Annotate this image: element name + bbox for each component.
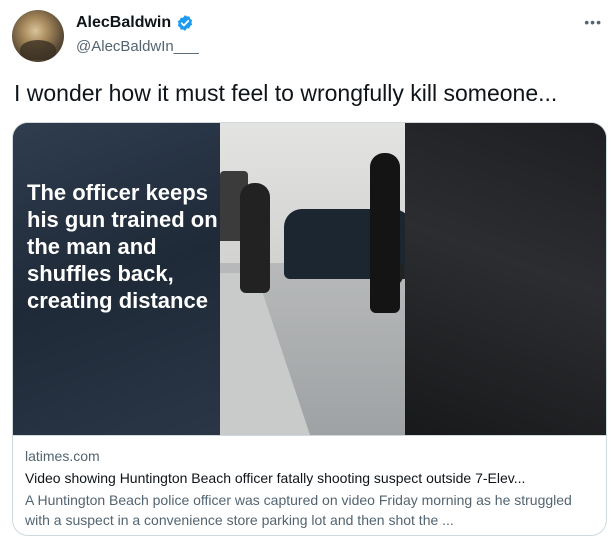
tweet-text: I wonder how it must feel to wrongfully … [14,80,558,106]
video-scene [220,123,405,435]
card-meta[interactable]: latimes.com Video showing Huntington Bea… [13,435,606,535]
verified-badge-icon [176,14,194,32]
card-video-thumbnail[interactable]: The officer keeps his gun trained on the… [13,123,606,435]
link-card[interactable]: The officer keeps his gun trained on the… [12,122,607,536]
user-handle[interactable]: @AlecBaldwIn___ [76,38,199,55]
display-name[interactable]: AlecBaldwin [76,14,171,32]
person-suspect [240,183,270,293]
video-caption-overlay: The officer keeps his gun trained on the… [27,180,218,313]
card-description: A Huntington Beach police officer was ca… [25,492,572,528]
more-horizontal-icon[interactable]: ••• [584,14,602,30]
person-officer [370,153,400,313]
card-title[interactable]: Video showing Huntington Beach officer f… [25,470,596,486]
blurred-background-right [405,123,606,435]
avatar[interactable] [12,10,64,62]
card-domain: latimes.com [25,448,100,464]
user-name-row: AlecBaldwin [76,14,194,32]
